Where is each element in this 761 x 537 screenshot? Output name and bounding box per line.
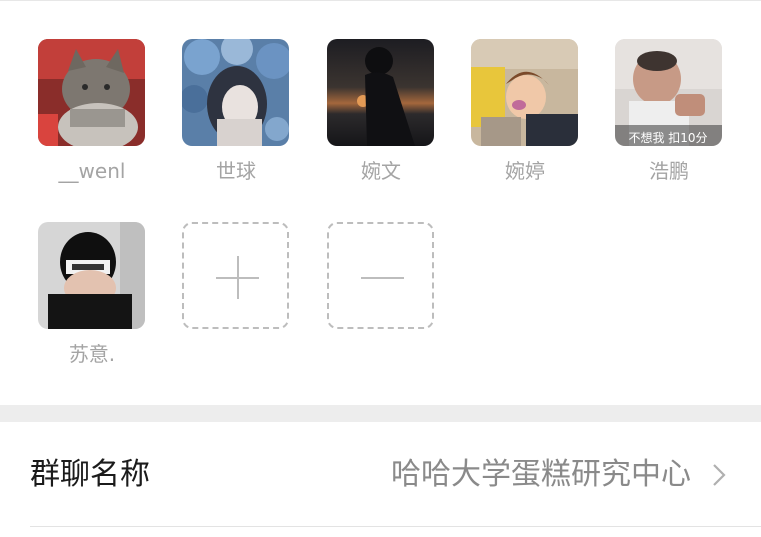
add-member-button[interactable] bbox=[182, 222, 289, 329]
member-name: 世球 bbox=[216, 159, 256, 183]
member-item[interactable]: 世球 bbox=[182, 39, 290, 186]
top-divider bbox=[0, 0, 761, 1]
group-name-row[interactable]: 群聊名称 哈哈大学蛋糕研究中心 bbox=[0, 422, 761, 527]
sleeping-child-avatar-icon bbox=[471, 39, 578, 146]
baby-meme-avatar-icon: 不想我 扣10分 bbox=[615, 39, 722, 146]
member-item[interactable]: 苏意. bbox=[38, 222, 146, 369]
anime-girl-avatar-icon bbox=[182, 39, 289, 146]
member-name: 婉婷 bbox=[505, 159, 545, 183]
row-divider bbox=[30, 526, 761, 527]
masked-girl-avatar-icon bbox=[38, 222, 145, 329]
member-name: 苏意. bbox=[68, 342, 116, 366]
member-item[interactable]: __wenl bbox=[38, 39, 146, 186]
member-item[interactable]: 婉文 bbox=[327, 39, 435, 186]
member-item[interactable]: 不想我 扣10分 浩鹏 bbox=[615, 39, 723, 186]
member-name: 浩鹏 bbox=[649, 159, 689, 183]
member-name: 婉文 bbox=[361, 159, 401, 183]
group-name-label: 群聊名称 bbox=[30, 457, 150, 492]
remove-member-button[interactable] bbox=[327, 222, 434, 329]
member-name: __wenl bbox=[58, 159, 126, 183]
group-name-value: 哈哈大学蛋糕研究中心 bbox=[391, 457, 691, 492]
avatar-caption: 不想我 扣10分 bbox=[628, 130, 707, 145]
chevron-right-icon bbox=[708, 462, 730, 488]
silhouette-sunset-avatar-icon bbox=[327, 39, 434, 146]
section-separator bbox=[0, 405, 761, 422]
member-item[interactable]: 婉婷 bbox=[471, 39, 579, 186]
cat-avatar-icon bbox=[38, 39, 145, 146]
